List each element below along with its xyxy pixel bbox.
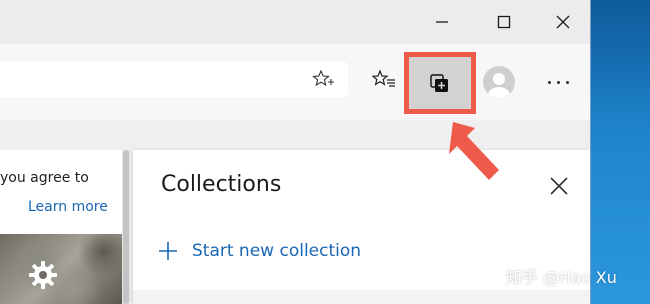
title-bar — [0, 0, 590, 44]
minimize-icon — [436, 21, 448, 23]
avatar[interactable] — [483, 66, 515, 98]
start-new-collection-button[interactable]: Start new collection — [158, 238, 361, 264]
highlight-arrow-icon — [449, 122, 499, 180]
plus-icon — [159, 242, 177, 260]
gear-icon[interactable] — [28, 260, 58, 294]
panel-title: Collections — [161, 172, 282, 197]
address-bar[interactable] — [0, 61, 348, 97]
start-new-collection-label: Start new collection — [192, 241, 362, 261]
more-icon[interactable] — [540, 66, 576, 98]
maximize-button[interactable] — [481, 4, 527, 40]
collections-icon — [430, 74, 448, 92]
close-icon — [550, 177, 568, 195]
watermark: 知乎 @Hao Xu — [506, 268, 617, 287]
consent-text: you agree to — [0, 170, 89, 186]
desktop-background — [590, 0, 650, 304]
web-page: you agree to Learn more — [0, 150, 122, 304]
page-scrollbar[interactable] — [122, 150, 130, 304]
favorites-icon — [372, 69, 395, 87]
background-photo — [0, 234, 122, 304]
panel-divider — [133, 290, 590, 304]
close-icon — [556, 15, 570, 29]
learn-more-link[interactable]: Learn more — [28, 199, 108, 215]
collections-button[interactable] — [404, 52, 476, 114]
minimize-button[interactable] — [419, 4, 465, 40]
star-add-icon[interactable] — [312, 69, 334, 93]
scrollbar-thumb[interactable] — [123, 150, 129, 304]
close-window-button[interactable] — [540, 4, 586, 40]
maximize-icon — [497, 15, 511, 29]
panel-close-button[interactable] — [545, 172, 573, 200]
favorites-button[interactable] — [366, 61, 402, 97]
avatar-icon — [488, 73, 510, 98]
